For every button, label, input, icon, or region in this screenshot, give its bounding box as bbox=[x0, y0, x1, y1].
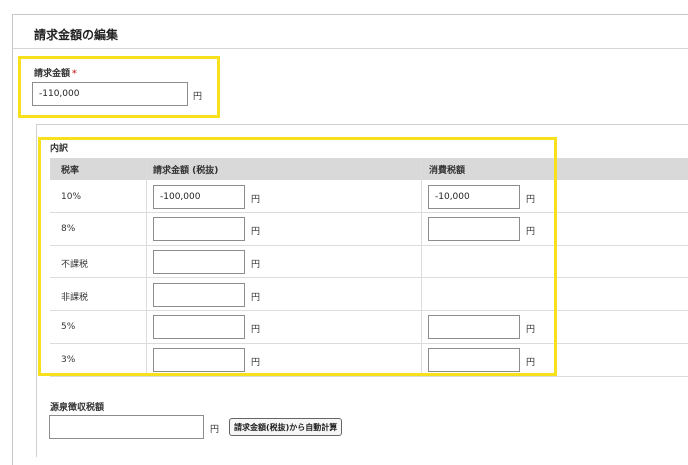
invoice-amount-unit: 円 bbox=[193, 92, 203, 102]
invoice-amount-label: 請求金額 * bbox=[34, 69, 77, 79]
title-divider bbox=[13, 48, 688, 49]
withholding-unit: 円 bbox=[210, 425, 220, 435]
breakdown-highlight-box bbox=[38, 137, 557, 376]
withholding-input[interactable] bbox=[49, 415, 204, 439]
invoice-amount-input[interactable]: -110,000 bbox=[32, 82, 188, 106]
required-mark: * bbox=[72, 69, 77, 79]
page-title: 請求金額の編集 bbox=[34, 28, 119, 42]
auto-calc-button[interactable]: 請求金額(税抜)から自動計算 bbox=[229, 418, 343, 436]
row-divider bbox=[50, 376, 688, 377]
withholding-label: 源泉徴収税額 bbox=[50, 403, 105, 413]
